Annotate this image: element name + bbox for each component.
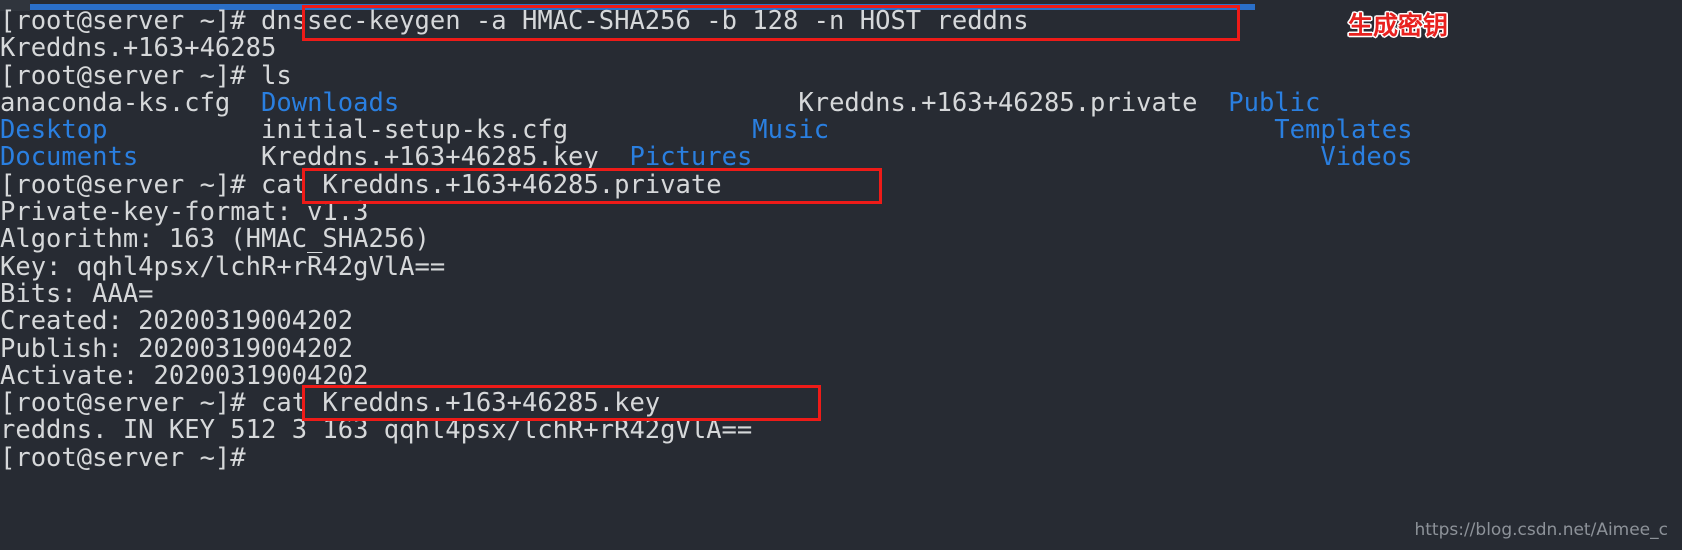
shell-prompt: [root@server ~]# bbox=[0, 60, 261, 91]
terminal-window[interactable]: [root@server ~]# dnssec-keygen -a HMAC-S… bbox=[0, 0, 1682, 550]
ls-output-row: Desktop initial-setup-ks.cfg Music Templ… bbox=[0, 117, 1682, 144]
ls-entry: Downloads bbox=[261, 87, 400, 118]
command-text-ls: ls bbox=[261, 60, 292, 91]
annotation-label-generate-key: 生成密钥 bbox=[1348, 11, 1449, 40]
ls-gap bbox=[399, 88, 798, 118]
watermark-text: https://blog.csdn.net/Aimee_c bbox=[1414, 520, 1668, 540]
ls-entry: Kreddns.+163+46285.private bbox=[798, 87, 1198, 118]
shell-prompt: [root@server ~]# bbox=[0, 169, 261, 200]
ls-output-row: Documents Kreddns.+163+46285.key Picture… bbox=[0, 144, 1682, 171]
terminal-line-private-key-format: Private-key-format: v1.3 bbox=[0, 197, 1682, 228]
output-text-publish: Publish: 20200319004202 bbox=[0, 333, 354, 364]
shell-prompt: [root@server ~]# bbox=[0, 442, 261, 473]
ls-entry: Templates bbox=[1274, 115, 1413, 146]
terminal-line-command-cat-private: [root@server ~]# cat Kreddns.+163+46285.… bbox=[0, 169, 1682, 200]
terminal-line-activate: Activate: 20200319004202 bbox=[0, 360, 1682, 391]
terminal-line-key: Key: qqhl4psx/lchR+rR42gVlA== bbox=[0, 251, 1682, 282]
ls-gap bbox=[1198, 88, 1229, 118]
ls-gap bbox=[138, 142, 261, 172]
ls-gap bbox=[752, 142, 1320, 172]
ls-gap bbox=[568, 115, 752, 145]
ls-entry: Documents bbox=[0, 142, 139, 173]
ls-entry: Public bbox=[1228, 87, 1321, 118]
ls-gap bbox=[599, 142, 630, 172]
output-text-key-record: reddns. IN KEY 512 3 163 qqhl4psx/lchR+r… bbox=[0, 415, 753, 446]
output-text-algorithm: Algorithm: 163 (HMAC_SHA256) bbox=[0, 224, 430, 255]
output-text-key: Key: qqhl4psx/lchR+rR42gVlA== bbox=[0, 251, 446, 282]
ls-entry: anaconda-ks.cfg bbox=[0, 87, 231, 118]
ls-entry: Music bbox=[752, 115, 830, 146]
ls-entry: Kreddns.+163+46285.key bbox=[261, 142, 599, 173]
output-text-bits: Bits: AAA= bbox=[0, 278, 154, 309]
terminal-line-created: Created: 20200319004202 bbox=[0, 308, 1682, 335]
ls-entry: Desktop bbox=[0, 115, 108, 146]
ls-gap bbox=[107, 115, 261, 145]
terminal-line-bits: Bits: AAA= bbox=[0, 278, 1682, 309]
ls-gap bbox=[230, 88, 261, 118]
ls-output-row: anaconda-ks.cfg Downloads Kreddns.+163+4… bbox=[0, 87, 1682, 118]
ls-entry: Pictures bbox=[629, 142, 753, 173]
output-text-created: Created: 20200319004202 bbox=[0, 306, 354, 337]
terminal-line-final-prompt: [root@server ~]# bbox=[0, 442, 1682, 473]
terminal-output-area[interactable]: [root@server ~]# dnssec-keygen -a HMAC-S… bbox=[0, 6, 1682, 473]
output-text-activate: Activate: 20200319004202 bbox=[0, 360, 369, 391]
terminal-line-command-ls: [root@server ~]# ls bbox=[0, 60, 1682, 91]
ls-entry: initial-setup-ks.cfg bbox=[261, 115, 569, 146]
shell-prompt: [root@server ~]# bbox=[0, 6, 261, 36]
command-text-cat-private: cat Kreddns.+163+46285.private bbox=[261, 169, 722, 200]
ls-gap bbox=[829, 115, 1274, 145]
terminal-line-key-record: reddns. IN KEY 512 3 163 qqhl4psx/lchR+r… bbox=[0, 417, 1682, 444]
terminal-line-publish: Publish: 20200319004202 bbox=[0, 333, 1682, 364]
shell-prompt: [root@server ~]# bbox=[0, 388, 261, 419]
output-text-private-key-format: Private-key-format: v1.3 bbox=[0, 197, 369, 228]
command-text-keygen: dnssec-keygen -a HMAC-SHA256 -b 128 -n H… bbox=[261, 6, 1029, 36]
ls-entry: Videos bbox=[1320, 142, 1413, 173]
command-text-cat-key: cat Kreddns.+163+46285.key bbox=[261, 388, 661, 419]
terminal-line-command-cat-key: [root@server ~]# cat Kreddns.+163+46285.… bbox=[0, 390, 1682, 417]
terminal-line-algorithm: Algorithm: 163 (HMAC_SHA256) bbox=[0, 226, 1682, 253]
output-text-keyname: Kreddns.+163+46285 bbox=[0, 33, 277, 64]
